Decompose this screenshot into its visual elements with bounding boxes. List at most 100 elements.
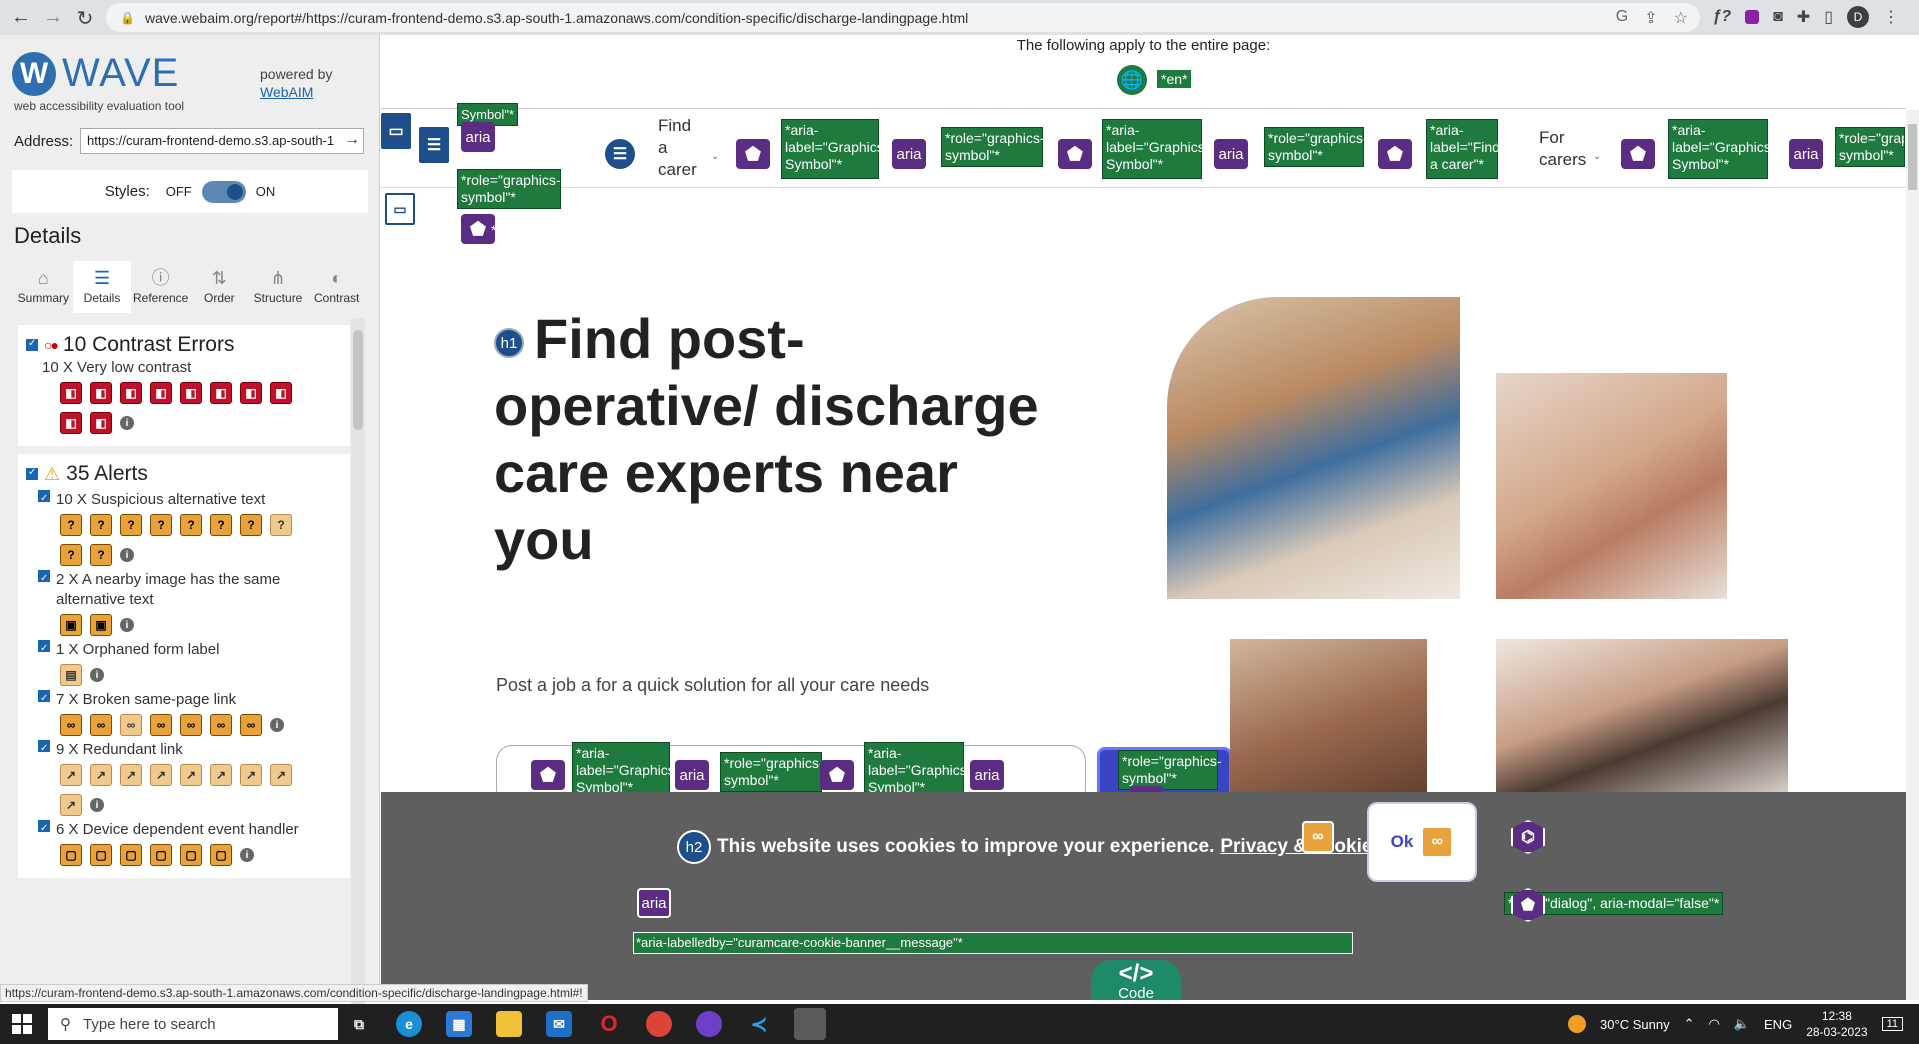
aria-icon[interactable]: aria	[970, 760, 1004, 790]
edge-icon[interactable]: e	[396, 1011, 422, 1037]
camera-icon[interactable]: ◙	[1773, 8, 1783, 26]
h1-icon[interactable]: h1	[494, 328, 524, 359]
suspicious-alt-icon[interactable]: ?	[240, 514, 262, 536]
aria-icon[interactable]: aria	[892, 139, 926, 169]
redundant-link-icon[interactable]: ↗	[60, 764, 82, 786]
suspicious-alt-icon[interactable]: ?	[210, 514, 232, 536]
link-alert-icon[interactable]: ∞	[1421, 826, 1454, 858]
redundant-link-icon[interactable]: ↗	[60, 794, 82, 816]
landmark-icon[interactable]: ⌬	[1511, 820, 1545, 854]
aria-icon[interactable]: aria	[1214, 139, 1248, 169]
contrast-error-icon[interactable]: ◧	[60, 382, 82, 404]
address-bar[interactable]: 🔒 wave.webaim.org/report#/https://curam-…	[106, 3, 1700, 32]
info-icon[interactable]: i	[270, 718, 284, 732]
alert-checkbox[interactable]	[38, 569, 50, 589]
suspicious-alt-icon[interactable]: ?	[120, 514, 142, 536]
file-explorer-icon[interactable]	[496, 1011, 522, 1037]
suspicious-alt-icon[interactable]: ?	[60, 544, 82, 566]
broken-link-icon[interactable]: ∞	[60, 714, 82, 736]
suspicious-alt-icon[interactable]: ?	[60, 514, 82, 536]
tab-summary[interactable]: ⌂ Summary	[14, 261, 73, 313]
device-handler-icon[interactable]: ▢	[120, 844, 142, 866]
github-icon[interactable]	[696, 1011, 722, 1037]
nav-region-icon[interactable]: ☰	[419, 127, 449, 163]
aria-icon[interactable]: aria	[675, 760, 709, 790]
header-region-icon[interactable]: ▭	[381, 113, 411, 149]
link-alert-icon[interactable]: ∞	[1302, 821, 1334, 853]
contrast-checkbox[interactable]	[26, 338, 38, 351]
tag-icon[interactable]: ⬟	[736, 139, 770, 169]
font-extension-icon[interactable]: ƒ?	[1712, 8, 1731, 26]
list-icon[interactable]: ☰	[605, 139, 635, 169]
tab-reference[interactable]: ⓘ Reference	[131, 261, 190, 313]
device-handler-icon[interactable]: ▢	[150, 844, 172, 866]
purple-extension-icon[interactable]	[1745, 10, 1760, 24]
contrast-error-icon[interactable]: ◧	[90, 412, 112, 434]
redundant-link-icon[interactable]: ↗	[240, 764, 262, 786]
broken-link-icon[interactable]: ∞	[120, 714, 142, 736]
suspicious-alt-icon[interactable]: ?	[180, 514, 202, 536]
tag-icon[interactable]: ⬟	[1621, 139, 1655, 169]
broken-link-icon[interactable]: ∞	[240, 714, 262, 736]
google-icon[interactable]: G	[1616, 8, 1628, 28]
contrast-error-icon[interactable]: ◧	[150, 382, 172, 404]
info-icon[interactable]: i	[240, 848, 254, 862]
webaim-link[interactable]: WebAIM	[260, 84, 313, 100]
windows-start-icon[interactable]	[12, 1014, 32, 1034]
tab-order[interactable]: ⇅ Order	[190, 261, 249, 313]
styles-toggle[interactable]	[201, 180, 246, 203]
globe-language-icon[interactable]: 🌐	[1117, 65, 1147, 95]
contrast-error-icon[interactable]: ◧	[240, 382, 262, 404]
same-alt-image-icon[interactable]: ▣	[90, 614, 112, 636]
aria-icon[interactable]: aria	[637, 888, 671, 918]
tray-chevron-icon[interactable]: ⌃	[1684, 1016, 1695, 1032]
cookie-ok-button[interactable]: Ok ∞	[1367, 802, 1477, 882]
sidepanel-icon[interactable]: ▯	[1824, 7, 1833, 27]
contrast-error-icon[interactable]: ◧	[90, 382, 112, 404]
broken-link-icon[interactable]: ∞	[210, 714, 232, 736]
alert-checkbox[interactable]	[38, 739, 50, 759]
device-handler-icon[interactable]: ▢	[60, 844, 82, 866]
aria-icon[interactable]: aria	[1789, 139, 1823, 169]
suspicious-alt-icon[interactable]: ?	[270, 514, 292, 536]
mail-icon[interactable]: ✉	[546, 1011, 572, 1037]
tag-icon[interactable]: ⬟	[1378, 139, 1412, 169]
store-icon[interactable]: ▦	[446, 1011, 472, 1037]
taskbar-search[interactable]: ⚲ Type here to search	[48, 1008, 338, 1040]
contrast-error-icon[interactable]: ◧	[270, 382, 292, 404]
contrast-error-icon[interactable]: ◧	[60, 412, 82, 434]
redundant-link-icon[interactable]: ↗	[150, 764, 172, 786]
opera-icon[interactable]: O	[596, 1011, 622, 1037]
same-alt-image-icon[interactable]: ▣	[60, 614, 82, 636]
device-handler-icon[interactable]: ▢	[180, 844, 202, 866]
alert-checkbox[interactable]	[38, 819, 50, 839]
device-handler-icon[interactable]: ▢	[90, 844, 112, 866]
redundant-link-icon[interactable]: ↗	[180, 764, 202, 786]
broken-link-icon[interactable]: ∞	[180, 714, 202, 736]
network-icon[interactable]: ◠	[1708, 1016, 1719, 1032]
broken-link-icon[interactable]: ∞	[150, 714, 172, 736]
back-icon[interactable]: ←	[6, 6, 36, 29]
forward-icon[interactable]: →	[38, 6, 68, 29]
address-input[interactable]: https://curam-frontend-demo.s3.ap-south-…	[80, 128, 364, 154]
bookmark-star-icon[interactable]: ☆	[1674, 8, 1688, 28]
device-handler-icon[interactable]: ▢	[210, 844, 232, 866]
volume-icon[interactable]: 🔈	[1734, 1016, 1750, 1032]
notifications-icon[interactable]: 11	[1881, 1017, 1903, 1031]
chrome-icon[interactable]	[646, 1011, 672, 1037]
share-icon[interactable]: ⇪	[1644, 8, 1657, 28]
clock[interactable]: 12:38 28-03-2023	[1806, 1008, 1867, 1040]
tag-icon[interactable]: ⬟	[820, 760, 854, 790]
info-icon[interactable]: i	[90, 798, 104, 812]
reload-icon[interactable]: ↻	[70, 6, 100, 31]
suspicious-alt-icon[interactable]: ?	[90, 544, 112, 566]
suspicious-alt-icon[interactable]: ?	[90, 514, 112, 536]
tab-structure[interactable]: ⋔ Structure	[249, 261, 308, 313]
sidebar-scrollbar[interactable]	[351, 318, 365, 1018]
orphaned-label-icon[interactable]: ▤	[60, 664, 82, 686]
language-indicator[interactable]: ENG	[1764, 1017, 1792, 1032]
tab-details[interactable]: ☰ Details	[72, 261, 132, 313]
nav-find-carer[interactable]: Find a carer	[658, 115, 698, 181]
nav-for-carers[interactable]: For carers	[1539, 127, 1589, 171]
code-panel-tab[interactable]: </> Code	[1091, 960, 1181, 1000]
